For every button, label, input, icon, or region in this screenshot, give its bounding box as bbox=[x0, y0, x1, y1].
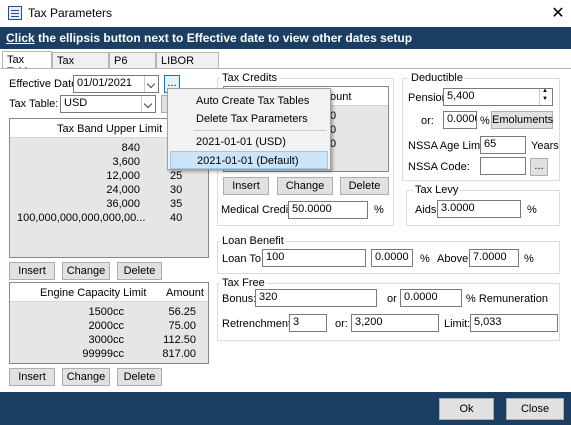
limit-label: Limit: bbox=[444, 318, 471, 330]
deductible-title: Deductible bbox=[409, 72, 465, 84]
engine-delete-button[interactable]: Delete bbox=[117, 368, 162, 386]
engine-capacity-grid[interactable]: Engine Capacity Limit Amount 1500cc 56.2… bbox=[9, 282, 209, 364]
close-icon[interactable]: ✕ bbox=[550, 3, 566, 23]
band-limit-cell: 840 bbox=[121, 142, 140, 154]
tax-table-label: Tax Table: bbox=[9, 98, 59, 110]
engine-amount-cell: 817.00 bbox=[162, 348, 196, 360]
banner-text: the ellipsis button next to Effective da… bbox=[34, 31, 413, 45]
banner-click-word: Click bbox=[6, 31, 35, 45]
retrenchment-or-label: or: bbox=[335, 318, 348, 330]
aids-input[interactable]: 3.0000 bbox=[437, 200, 521, 218]
engine-limit-cell: 3000cc bbox=[88, 334, 124, 346]
retrenchment-label: Retrenchment / bbox=[222, 318, 298, 330]
deductible-pct: % bbox=[480, 115, 490, 127]
menu-item-date-default[interactable]: 2021-01-01 (Default) bbox=[170, 151, 328, 169]
nssa-age-limit-label: NSSA Age Limit: bbox=[408, 140, 489, 152]
emoluments-button[interactable]: Emoluments bbox=[491, 111, 553, 129]
medical-credits-input[interactable]: 50.0000 bbox=[288, 201, 368, 219]
tax-free-title: Tax Free bbox=[220, 277, 267, 289]
date-dropdown-arrow[interactable] bbox=[144, 76, 158, 92]
engine-limit-cell: 2000cc bbox=[88, 320, 124, 332]
menu-item-delete-tax-parameters[interactable]: Delete Tax Parameters bbox=[170, 110, 328, 128]
nssa-code-ellipsis-button[interactable]: ... bbox=[530, 158, 548, 176]
aids-pct: % bbox=[527, 204, 537, 216]
app-icon bbox=[8, 6, 22, 20]
aids-label: Aids: bbox=[415, 204, 440, 216]
bonus-label: Bonus: bbox=[222, 293, 257, 305]
engine-insert-button[interactable]: Insert bbox=[9, 368, 55, 386]
title-bar: Tax Parameters ✕ bbox=[0, 0, 571, 27]
band-limit-cell: 3,600 bbox=[112, 156, 140, 168]
menu-separator bbox=[194, 130, 326, 131]
band-rate-cell: 30 bbox=[170, 184, 183, 196]
bonus-input[interactable]: 320 bbox=[255, 289, 377, 307]
tax-credits-insert-button[interactable]: Insert bbox=[223, 177, 269, 195]
pension-spinner[interactable] bbox=[539, 88, 551, 105]
band-rate-cell: 35 bbox=[170, 198, 183, 210]
tax-levy-title: Tax Levy bbox=[413, 184, 461, 196]
engine-amount-cell: 112.50 bbox=[163, 334, 196, 346]
nssa-code-label: NSSA Code: bbox=[408, 161, 470, 173]
above-input[interactable]: 7.0000 bbox=[469, 249, 519, 267]
engine-amount-cell: 75.00 bbox=[168, 320, 196, 332]
loan-to-label: Loan To: bbox=[222, 253, 265, 265]
ellipsis-context-menu: Auto Create Tax Tables Delete Tax Parame… bbox=[167, 88, 331, 170]
tax-credits-title: Tax Credits bbox=[220, 72, 280, 84]
engine-capacity-limit-header: Engine Capacity Limit bbox=[40, 287, 147, 299]
band-delete-button[interactable]: Delete bbox=[117, 262, 162, 280]
tax-credits-change-button[interactable]: Change bbox=[277, 177, 333, 195]
tax-credits-delete-button[interactable]: Delete bbox=[340, 177, 389, 195]
band-change-button[interactable]: Change bbox=[62, 262, 110, 280]
effective-date-label: Effective Date: bbox=[9, 78, 81, 90]
loan-rate-pct: % bbox=[420, 253, 430, 265]
engine-limit-cell: 1500cc bbox=[88, 306, 124, 318]
deductible-or-label: or: bbox=[421, 115, 434, 127]
engine-change-button[interactable]: Change bbox=[62, 368, 110, 386]
retrenchment-input[interactable]: 3 bbox=[289, 314, 327, 332]
limit-input[interactable]: 5,033 bbox=[470, 314, 558, 332]
retrenchment-or-input[interactable]: 3,200 bbox=[351, 314, 439, 332]
loan-to-input[interactable]: 100 bbox=[262, 249, 366, 267]
engine-amount-cell: 56.25 bbox=[168, 306, 196, 318]
bonus-or-label: or bbox=[387, 293, 397, 305]
window-title: Tax Parameters bbox=[28, 6, 113, 20]
bonus-or-input[interactable]: 0.0000 bbox=[400, 289, 462, 307]
band-limit-cell: 100,000,000,000,000,00... bbox=[17, 212, 146, 224]
loan-rate-input[interactable]: 0.0000 bbox=[371, 249, 413, 267]
above-label: Above: bbox=[437, 253, 472, 265]
loan-benefit-title: Loan Benefit bbox=[220, 235, 286, 247]
deductible-or-input[interactable]: 0.0000 bbox=[443, 111, 477, 129]
close-button[interactable]: Close bbox=[506, 398, 564, 420]
engine-grid-header: Engine Capacity Limit Amount bbox=[10, 283, 208, 302]
info-banner: Click the ellipsis button next to Effect… bbox=[0, 27, 571, 49]
menu-item-auto-create-tax-tables[interactable]: Auto Create Tax Tables bbox=[170, 92, 328, 110]
engine-amount-header: Amount bbox=[166, 287, 204, 299]
nssa-age-limit-input[interactable]: 65 bbox=[480, 136, 526, 154]
pension-input[interactable]: 5,400 bbox=[443, 88, 553, 106]
ok-button[interactable]: Ok bbox=[439, 398, 494, 420]
menu-item-date-usd[interactable]: 2021-01-01 (USD) bbox=[170, 133, 328, 151]
above-pct: % bbox=[524, 253, 534, 265]
tax-table-dropdown-arrow[interactable] bbox=[141, 96, 155, 112]
engine-limit-cell: 99999cc bbox=[82, 348, 124, 360]
band-insert-button[interactable]: Insert bbox=[9, 262, 55, 280]
tax-credits-amount-header: ount bbox=[330, 91, 352, 103]
band-limit-cell: 12,000 bbox=[106, 170, 140, 182]
band-limit-cell: 36,000 bbox=[106, 198, 140, 210]
nssa-code-input[interactable] bbox=[480, 157, 526, 175]
remuneration-label: % Remuneration bbox=[466, 293, 548, 305]
band-rate-cell: 40 bbox=[170, 212, 183, 224]
tax-band-upper-limit-header: Tax Band Upper Limit bbox=[57, 123, 163, 135]
years-label: Years bbox=[531, 140, 559, 152]
medical-credits-pct: % bbox=[374, 204, 384, 216]
band-limit-cell: 24,000 bbox=[106, 184, 140, 196]
footer-bar: Ok Close bbox=[0, 392, 571, 425]
band-rate-cell: 25 bbox=[170, 170, 183, 182]
